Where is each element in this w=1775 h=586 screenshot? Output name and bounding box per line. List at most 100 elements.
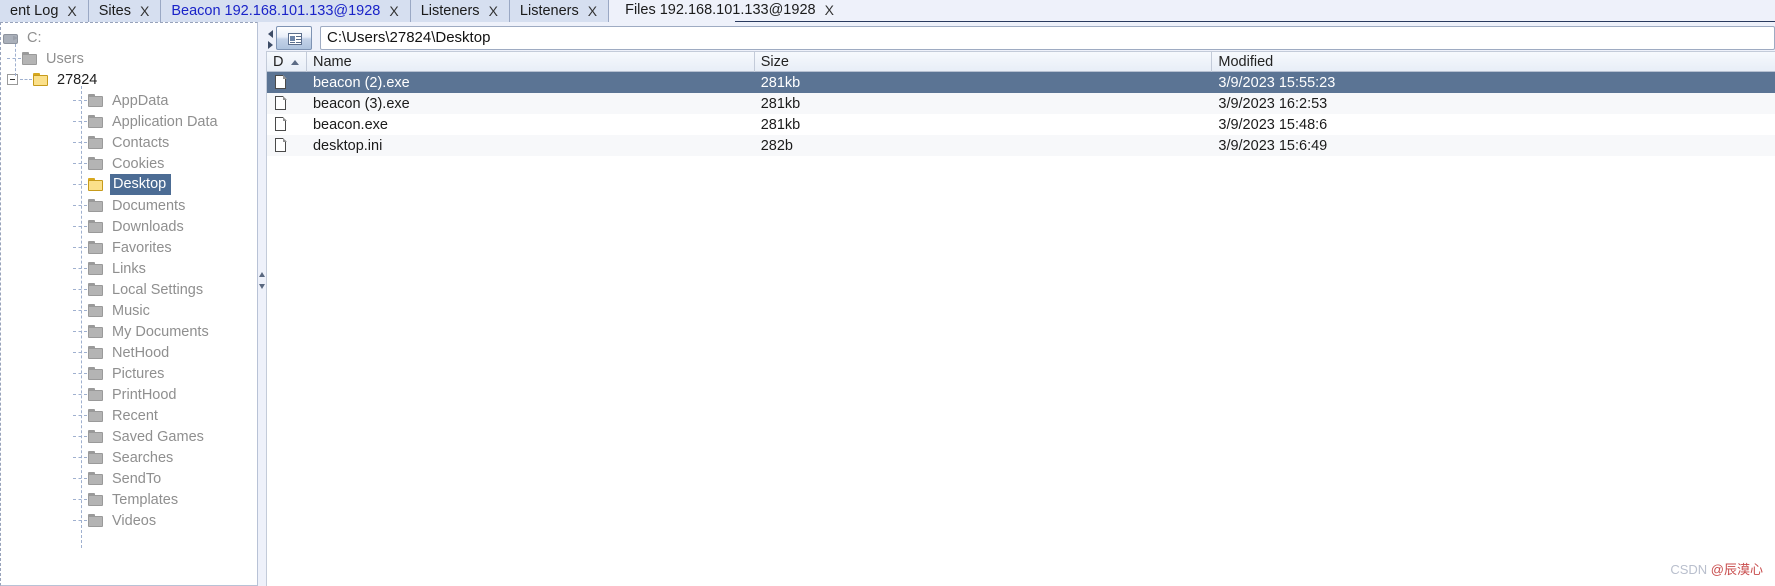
tab-1[interactable]: Sites X	[88, 0, 162, 22]
tab-close-icon[interactable]: X	[588, 4, 597, 18]
tree-item-sendto[interactable]: SendTo	[1, 468, 257, 489]
table-row[interactable]: beacon (2).exe 281kb 3/9/2023 15:55:23	[267, 72, 1775, 93]
watermark-handle: @辰漠心	[1710, 562, 1763, 577]
folder-icon	[88, 136, 104, 149]
tree-item-label: AppData	[112, 92, 169, 109]
tree-item-users[interactable]: Users	[1, 48, 257, 69]
tree-item-saved-games[interactable]: Saved Games	[1, 426, 257, 447]
tree-item-label: Links	[112, 260, 146, 277]
tree-item-pictures[interactable]: Pictures	[1, 363, 257, 384]
folder-icon	[88, 115, 104, 128]
tree-item-documents[interactable]: Documents	[1, 195, 257, 216]
tree-collapse-toggle-icon[interactable]	[7, 74, 18, 85]
folder-icon	[88, 157, 104, 170]
tab-close-icon[interactable]: X	[140, 4, 149, 18]
tree-connector	[20, 79, 32, 80]
file-list-button[interactable]	[276, 25, 312, 50]
folder-icon	[88, 241, 104, 254]
tab-label: Files 192.168.101.133@1928	[625, 2, 816, 18]
tab-close-icon[interactable]: X	[825, 3, 834, 17]
tree-connector	[73, 331, 87, 332]
tree-item-label: Users	[46, 50, 84, 67]
nav-left-icon[interactable]	[268, 30, 273, 38]
cell-size: 282b	[760, 137, 793, 154]
panel-splitter[interactable]	[258, 22, 266, 586]
tab-bar: ent Log X Sites X Beacon 192.168.101.133@192…	[0, 0, 1775, 22]
column-header-label: Name	[312, 54, 352, 70]
tree-connector	[73, 415, 87, 416]
tree-item-cookies[interactable]: Cookies	[1, 153, 257, 174]
tree-item-music[interactable]: Music	[1, 300, 257, 321]
folder-icon	[88, 472, 104, 485]
folder-icon	[88, 430, 104, 443]
tree-item-printhood[interactable]: PrintHood	[1, 384, 257, 405]
table-row[interactable]: beacon.exe 281kb 3/9/2023 15:48:6	[267, 114, 1775, 135]
tree-item-nethood[interactable]: NetHood	[1, 342, 257, 363]
tree-item-label: Saved Games	[112, 428, 204, 445]
cell-modified: 3/9/2023 15:55:23	[1218, 74, 1336, 91]
tree-item-label: Desktop	[110, 174, 172, 195]
path-nav-arrows[interactable]	[266, 25, 276, 50]
tree-item-label: Documents	[112, 197, 186, 214]
tree-item-contacts[interactable]: Contacts	[1, 132, 257, 153]
cell-type	[267, 138, 307, 153]
tree-item-label: Pictures	[112, 365, 165, 382]
tree-item-label: Searches	[112, 449, 174, 466]
path-input[interactable]	[320, 25, 1775, 50]
folder-open-icon	[88, 178, 104, 191]
folder-icon	[88, 514, 104, 527]
folder-icon	[22, 52, 38, 65]
folder-icon	[88, 325, 104, 338]
tree-item-videos[interactable]: Videos	[1, 510, 257, 531]
tree-item-recent[interactable]: Recent	[1, 405, 257, 426]
splitter-collapse-left-icon[interactable]	[259, 272, 265, 277]
column-header-size[interactable]: Size	[755, 52, 1213, 72]
tree-item-label: Downloads	[112, 218, 184, 235]
tree-item-templates[interactable]: Templates	[1, 489, 257, 510]
tab-3[interactable]: Listeners X	[410, 0, 510, 22]
tree-connector	[73, 247, 87, 248]
tab-close-icon[interactable]: X	[489, 4, 498, 18]
tab-close-icon[interactable]: X	[67, 4, 76, 18]
tree-item-appdata[interactable]: AppData	[1, 90, 257, 111]
tab-0[interactable]: ent Log X	[0, 0, 89, 22]
splitter-collapse-right-icon[interactable]	[259, 284, 265, 289]
tree-item-favorites[interactable]: Favorites	[1, 237, 257, 258]
tree-item-searches[interactable]: Searches	[1, 447, 257, 468]
tree-item-drive[interactable]: C:	[1, 27, 257, 48]
tab-2[interactable]: Beacon 192.168.101.133@1928 X	[161, 0, 411, 22]
app-window: ent Log X Sites X Beacon 192.168.101.133@192…	[0, 0, 1775, 586]
tree-item-label: Application Data	[112, 113, 218, 130]
watermark-prefix: CSDN	[1670, 562, 1711, 577]
tree-item-downloads[interactable]: Downloads	[1, 216, 257, 237]
column-header-d[interactable]: D	[267, 52, 307, 72]
nav-right-icon[interactable]	[268, 41, 273, 49]
tree-item-application-data[interactable]: Application Data	[1, 111, 257, 132]
tree-item-local-settings[interactable]: Local Settings	[1, 279, 257, 300]
tree-connector	[73, 163, 87, 164]
cell-modified: 3/9/2023 15:6:49	[1218, 137, 1328, 154]
tree-item-my-documents[interactable]: My Documents	[1, 321, 257, 342]
cell-type	[267, 75, 307, 90]
tab-close-icon[interactable]: X	[389, 4, 398, 18]
table-row[interactable]: beacon (3).exe 281kb 3/9/2023 16:2:53	[267, 93, 1775, 114]
tree-connector	[73, 289, 87, 290]
cell-name: desktop.ini	[312, 137, 383, 154]
tab-5[interactable]: Files 192.168.101.133@1928 X	[609, 0, 851, 22]
tree-item-label: NetHood	[112, 344, 170, 361]
cell-size: 281kb	[760, 95, 801, 112]
tab-4[interactable]: Listeners X	[509, 0, 610, 22]
tree-item-label: Local Settings	[112, 281, 204, 298]
tree-item-desktop[interactable]: Desktop	[1, 174, 257, 195]
tree-item-links[interactable]: Links	[1, 258, 257, 279]
folder-icon	[88, 304, 104, 317]
directory-tree-panel[interactable]: C: Users 27824 AppData Application Data Conta…	[0, 22, 258, 586]
path-toolbar	[266, 25, 1775, 50]
file-table-body: beacon (2).exe 281kb 3/9/2023 15:55:23 beac…	[267, 72, 1775, 156]
column-header-name[interactable]: Name	[307, 52, 755, 72]
tree-item-27824[interactable]: 27824	[1, 69, 257, 90]
column-header-mod[interactable]: Modified	[1212, 52, 1775, 72]
table-row[interactable]: desktop.ini 282b 3/9/2023 15:6:49	[267, 135, 1775, 156]
file-icon	[275, 75, 287, 90]
tree-connector	[7, 58, 21, 59]
